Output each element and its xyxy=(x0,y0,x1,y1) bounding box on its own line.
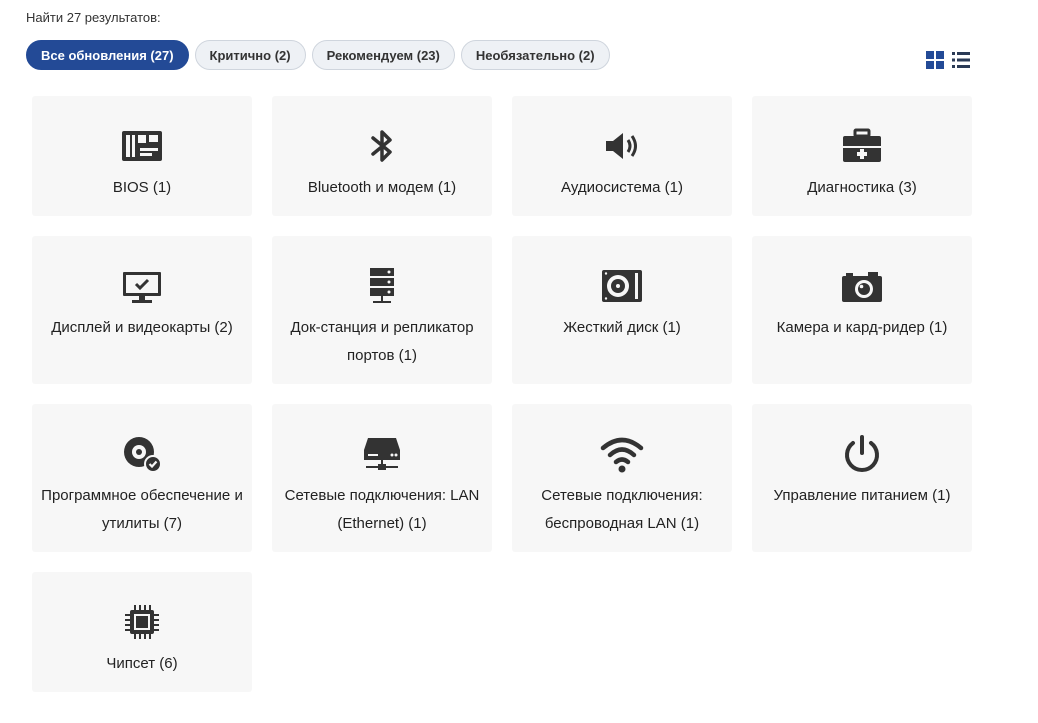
category-label: Программное обеспечение и утилиты (7) xyxy=(41,487,243,532)
wifi-icon xyxy=(600,432,644,476)
category-card-camera[interactable]: Камера и кард-ридер (1) xyxy=(752,236,972,384)
category-label: Док-станция и репликатор портов (1) xyxy=(290,319,474,364)
category-card-wireless[interactable]: Сетевые подключения: беспроводная LAN (1… xyxy=(512,404,732,552)
filter-optional[interactable]: Необязательно (2) xyxy=(460,40,610,70)
category-card-display[interactable]: Дисплей и видеокарты (2) xyxy=(32,236,252,384)
category-card-lan[interactable]: Сетевые подключения: LAN (Ethernet) (1) xyxy=(272,404,492,552)
monitor-icon xyxy=(120,264,164,308)
category-card-power[interactable]: Управление питанием (1) xyxy=(752,404,972,552)
list-icon[interactable] xyxy=(952,51,970,69)
filter-all-updates[interactable]: Все обновления (27) xyxy=(26,40,189,70)
category-card-bluetooth[interactable]: Bluetooth и модем (1) xyxy=(272,96,492,216)
speaker-icon xyxy=(600,124,644,168)
category-label: Bluetooth и модем (1) xyxy=(307,179,457,196)
network-drive-icon xyxy=(360,432,404,476)
camera-icon xyxy=(840,264,884,308)
category-label: Сетевые подключения: LAN (Ethernet) (1) xyxy=(284,487,480,532)
category-label: Чипсет (6) xyxy=(106,655,178,672)
category-label: Жесткий диск (1) xyxy=(563,319,681,336)
category-label: Диагностика (3) xyxy=(807,179,917,196)
server-stack-icon xyxy=(360,264,404,308)
category-label: Сетевые подключения: беспроводная LAN (1… xyxy=(541,487,703,532)
grid-icon[interactable] xyxy=(926,51,944,69)
power-icon xyxy=(840,432,884,476)
category-card-chipset[interactable]: Чипсет (6) xyxy=(32,572,252,692)
hard-drive-icon xyxy=(600,264,644,308)
category-label: Управление питанием (1) xyxy=(773,487,951,504)
filter-recommended[interactable]: Рекомендуем (23) xyxy=(311,40,455,70)
category-card-software[interactable]: Программное обеспечение и утилиты (7) xyxy=(32,404,252,552)
category-label: Аудиосистема (1) xyxy=(561,179,683,196)
disc-check-icon xyxy=(120,432,164,476)
category-label: BIOS (1) xyxy=(112,179,172,196)
category-label: Дисплей и видеокарты (2) xyxy=(51,319,233,336)
filter-bar: Все обновления (27) Критично (2) Рекомен… xyxy=(26,40,610,70)
category-card-hdd[interactable]: Жесткий диск (1) xyxy=(512,236,732,384)
category-label: Камера и кард-ридер (1) xyxy=(776,319,948,336)
toolbox-icon xyxy=(840,124,884,168)
category-card-dock[interactable]: Док-станция и репликатор портов (1) xyxy=(272,236,492,384)
category-card-bios[interactable]: BIOS (1) xyxy=(32,96,252,216)
category-card-audio[interactable]: Аудиосистема (1) xyxy=(512,96,732,216)
chip-icon xyxy=(120,600,164,644)
filter-critical[interactable]: Критично (2) xyxy=(194,40,306,70)
bluetooth-icon xyxy=(360,124,404,168)
category-card-diagnostics[interactable]: Диагностика (3) xyxy=(752,96,972,216)
results-count: Найти 27 результатов: xyxy=(26,10,161,25)
motherboard-icon xyxy=(120,124,164,168)
view-toggle xyxy=(926,51,970,69)
